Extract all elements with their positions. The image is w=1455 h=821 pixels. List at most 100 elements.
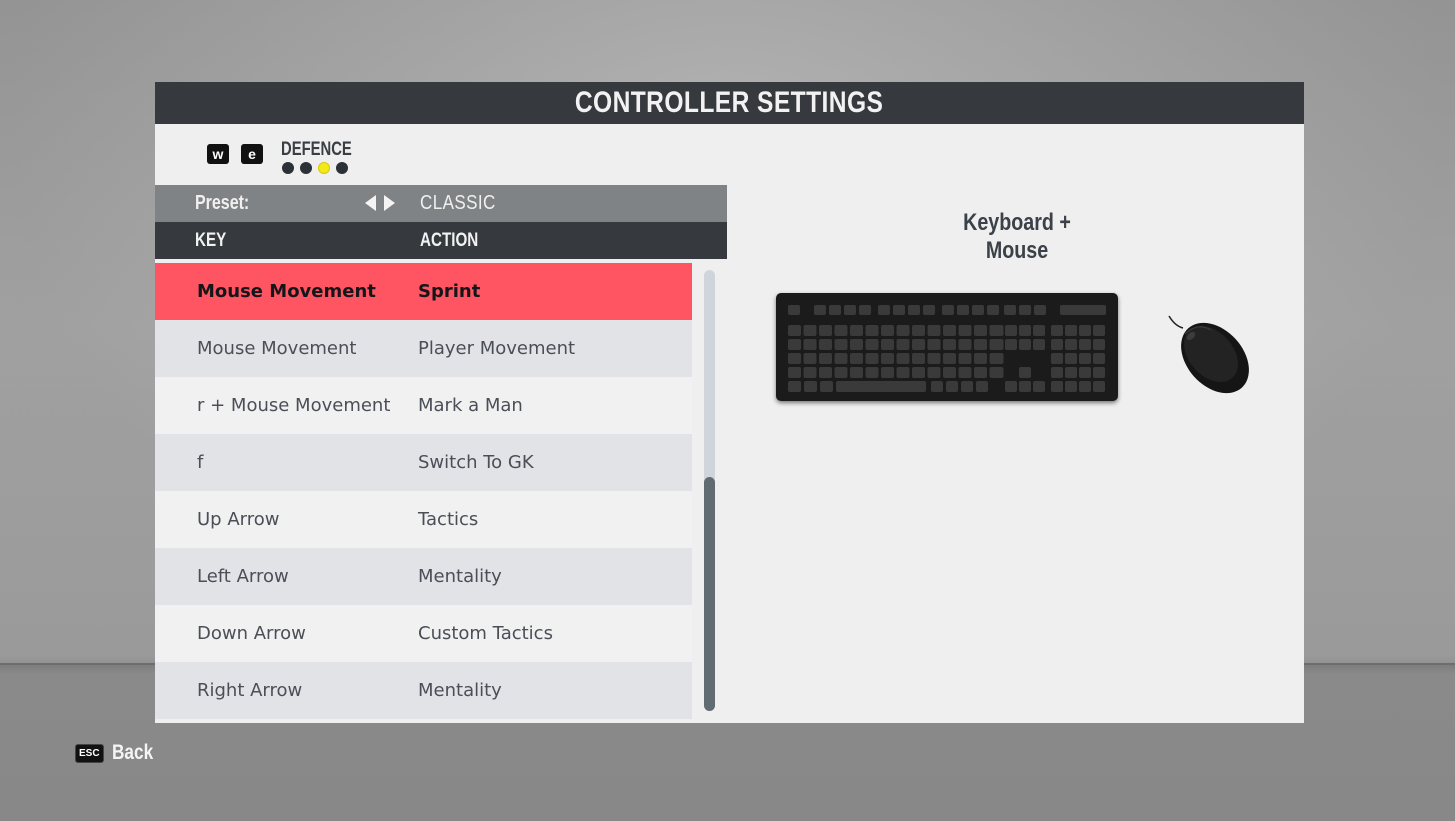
back-button[interactable]: ESC Back [75, 741, 162, 765]
keyboard-key [803, 367, 817, 378]
preset-arrows [365, 195, 395, 211]
keyboard-key [912, 367, 925, 378]
row-action: Switch To GK [418, 452, 534, 473]
keyboard-key [927, 353, 941, 364]
keyboard-key [834, 353, 848, 364]
keyboard-key [989, 353, 1004, 364]
keyboard-key [788, 325, 801, 336]
keyboard-key [788, 339, 801, 350]
scrollbar-thumb[interactable] [704, 477, 715, 711]
row-key: Up Arrow [197, 509, 280, 530]
table-row[interactable]: r + Mouse Movement Mark a Man [155, 377, 692, 434]
keyboard-key [803, 353, 817, 364]
page-title: CONTROLLER SETTINGS [575, 86, 884, 119]
keyboard-key [859, 305, 871, 315]
keyboard-key [1051, 325, 1063, 336]
next-mode-key-icon[interactable]: e [241, 144, 263, 164]
keyboard-key [1019, 381, 1031, 392]
row-key: Mouse Movement [197, 338, 357, 359]
keyboard-key [896, 353, 910, 364]
keyboard-key [819, 325, 832, 336]
keyboard-key [1033, 381, 1045, 392]
keyboard-key [931, 381, 943, 392]
preset-label: Preset: [195, 192, 250, 214]
keyboard-key [1051, 353, 1063, 364]
keyboard-key [850, 367, 863, 378]
keyboard-key [1060, 305, 1106, 315]
table-row[interactable]: Down Arrow Custom Tactics [155, 605, 692, 662]
triangle-right-icon[interactable] [384, 195, 395, 211]
page-dot [300, 162, 312, 174]
keyboard-key [803, 325, 817, 336]
preset-selector[interactable]: Preset: CLASSIC [155, 185, 727, 222]
row-action: Mentality [418, 680, 502, 701]
keyboard-key [788, 381, 801, 392]
triangle-left-icon[interactable] [365, 195, 376, 211]
keyboard-key [803, 339, 817, 350]
keyboard-key [974, 367, 987, 378]
keyboard-key [865, 339, 879, 350]
keyboard-key [943, 339, 956, 350]
keyboard-key [896, 325, 910, 336]
row-key: r + Mouse Movement [197, 395, 391, 416]
keyboard-key [987, 305, 999, 315]
keyboard-key [989, 339, 1004, 350]
keyboard-key [819, 353, 832, 364]
keyboard-key [908, 305, 920, 315]
keyboard-key [850, 325, 863, 336]
mode-indicator: DEFENCE [281, 140, 372, 174]
keyboard-key [819, 339, 832, 350]
keyboard-key [1051, 381, 1063, 392]
table-row[interactable]: f Switch To GK [155, 434, 692, 491]
keyboard-key [881, 325, 894, 336]
keyboard-key [834, 325, 848, 336]
keyboard-key [829, 305, 841, 315]
keyboard-key [1079, 339, 1091, 350]
keyboard-icon [776, 293, 1118, 401]
column-header-key: KEY [195, 230, 227, 251]
table-row[interactable]: Mouse Movement Sprint [155, 263, 692, 320]
keyboard-key [912, 325, 925, 336]
keyboard-key [989, 325, 1004, 336]
row-action: Mark a Man [418, 395, 523, 416]
keyboard-key [943, 353, 956, 364]
keyboard-key [1051, 367, 1063, 378]
keyboard-key [896, 339, 910, 350]
row-key: Down Arrow [197, 623, 306, 644]
keyboard-key [820, 381, 833, 392]
table-row[interactable]: Left Arrow Mentality [155, 548, 692, 605]
keyboard-key [1065, 325, 1077, 336]
keyboard-key [989, 367, 1004, 378]
keyboard-key [850, 339, 863, 350]
keyboard-key [1093, 353, 1105, 364]
keyboard-key [927, 325, 941, 336]
keyboard-key [893, 305, 905, 315]
keyboard-key [974, 325, 987, 336]
keyboard-key [958, 339, 972, 350]
page-dot [336, 162, 348, 174]
keyboard-key [1005, 381, 1017, 392]
mode-navigation: w e DEFENCE [207, 140, 372, 174]
keyboard-key [819, 367, 832, 378]
mouse-icon [1168, 315, 1249, 394]
keyboard-key [836, 381, 926, 392]
keyboard-key [1034, 305, 1046, 315]
keyboard-key [1079, 325, 1091, 336]
keyboard-key [974, 353, 987, 364]
keyboard-key [1019, 305, 1031, 315]
keyboard-key [834, 367, 848, 378]
table-row[interactable]: Mouse Movement Player Movement [155, 320, 692, 377]
row-key: Mouse Movement [197, 281, 376, 302]
keyboard-key [844, 305, 856, 315]
page-dot [318, 162, 330, 174]
scrollbar-track[interactable] [704, 270, 715, 711]
table-row[interactable]: Up Arrow Tactics [155, 491, 692, 548]
esc-key-icon: ESC [75, 743, 104, 763]
keyboard-key [1004, 305, 1016, 315]
row-action: Sprint [418, 281, 481, 302]
prev-mode-key-icon[interactable]: w [207, 144, 229, 164]
title-bar: CONTROLLER SETTINGS [155, 82, 1304, 124]
table-row[interactable]: Right Arrow Mentality [155, 662, 692, 719]
keyboard-key [1079, 381, 1091, 392]
keyboard-key [850, 353, 863, 364]
